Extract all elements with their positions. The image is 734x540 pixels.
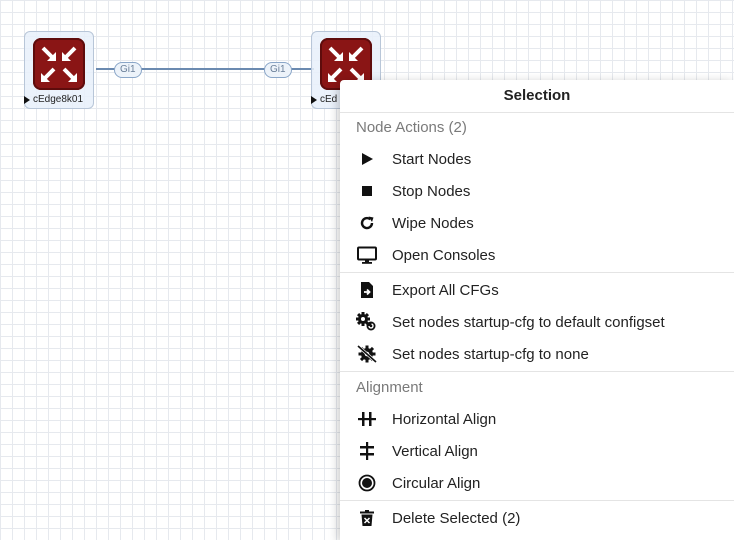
stop-icon bbox=[356, 180, 378, 202]
node-state-icon bbox=[311, 96, 317, 104]
section-alignment: Alignment bbox=[356, 379, 423, 396]
vertical-align-label: Vertical Align bbox=[392, 442, 478, 460]
play-icon bbox=[356, 148, 378, 170]
interface-label-a: Gi1 bbox=[114, 62, 142, 78]
startup-default-label: Set nodes startup-cfg to default configs… bbox=[392, 313, 665, 331]
horizontal-align-item[interactable]: Horizontal Align bbox=[340, 403, 734, 435]
open-consoles-item[interactable]: Open Consoles bbox=[340, 239, 734, 271]
menu-divider bbox=[340, 371, 734, 372]
wipe-nodes-item[interactable]: Wipe Nodes bbox=[340, 207, 734, 239]
circular-align-item[interactable]: Circular Align bbox=[340, 467, 734, 499]
interface-label-b: Gi1 bbox=[264, 62, 292, 78]
circular-align-label: Circular Align bbox=[392, 474, 481, 492]
startup-none-label: Set nodes startup-cfg to none bbox=[392, 345, 589, 363]
section-node-actions: Node Actions (2) bbox=[356, 119, 467, 136]
gear-none-icon bbox=[356, 343, 378, 365]
wipe-nodes-label: Wipe Nodes bbox=[392, 214, 474, 232]
menu-divider bbox=[340, 500, 734, 501]
console-icon bbox=[356, 244, 378, 266]
router-icon bbox=[33, 38, 85, 90]
export-cfgs-label: Export All CFGs bbox=[392, 281, 499, 299]
startup-none-item[interactable]: Set nodes startup-cfg to none bbox=[340, 338, 734, 370]
stop-nodes-label: Stop Nodes bbox=[392, 182, 471, 200]
export-icon bbox=[356, 279, 378, 301]
open-consoles-label: Open Consoles bbox=[392, 246, 496, 264]
vertical-align-item[interactable]: Vertical Align bbox=[340, 435, 734, 467]
selection-context-menu: Selection Node Actions (2) Start Nodes S… bbox=[340, 80, 734, 540]
stop-nodes-item[interactable]: Stop Nodes bbox=[340, 175, 734, 207]
start-nodes-item[interactable]: Start Nodes bbox=[340, 143, 734, 175]
wipe-icon bbox=[356, 212, 378, 234]
menu-divider bbox=[340, 272, 734, 273]
start-nodes-label: Start Nodes bbox=[392, 150, 472, 168]
gear-default-icon bbox=[356, 311, 378, 333]
delete-selected-item[interactable]: Delete Selected (2) bbox=[340, 502, 734, 534]
node-state-icon bbox=[24, 96, 30, 104]
horizontal-align-icon bbox=[356, 408, 378, 430]
trash-icon bbox=[356, 507, 378, 529]
node-cedge8k01[interactable]: cEdge8k01 bbox=[24, 31, 94, 109]
vertical-align-icon bbox=[356, 440, 378, 462]
startup-default-item[interactable]: Set nodes startup-cfg to default configs… bbox=[340, 306, 734, 338]
delete-selected-label: Delete Selected (2) bbox=[392, 509, 521, 527]
node-label: cEdge8k01 bbox=[33, 94, 84, 105]
export-cfgs-item[interactable]: Export All CFGs bbox=[340, 274, 734, 306]
circular-align-icon bbox=[356, 472, 378, 494]
node-label: cEd bbox=[320, 94, 338, 105]
menu-title: Selection bbox=[340, 80, 734, 113]
horizontal-align-label: Horizontal Align bbox=[392, 410, 497, 428]
